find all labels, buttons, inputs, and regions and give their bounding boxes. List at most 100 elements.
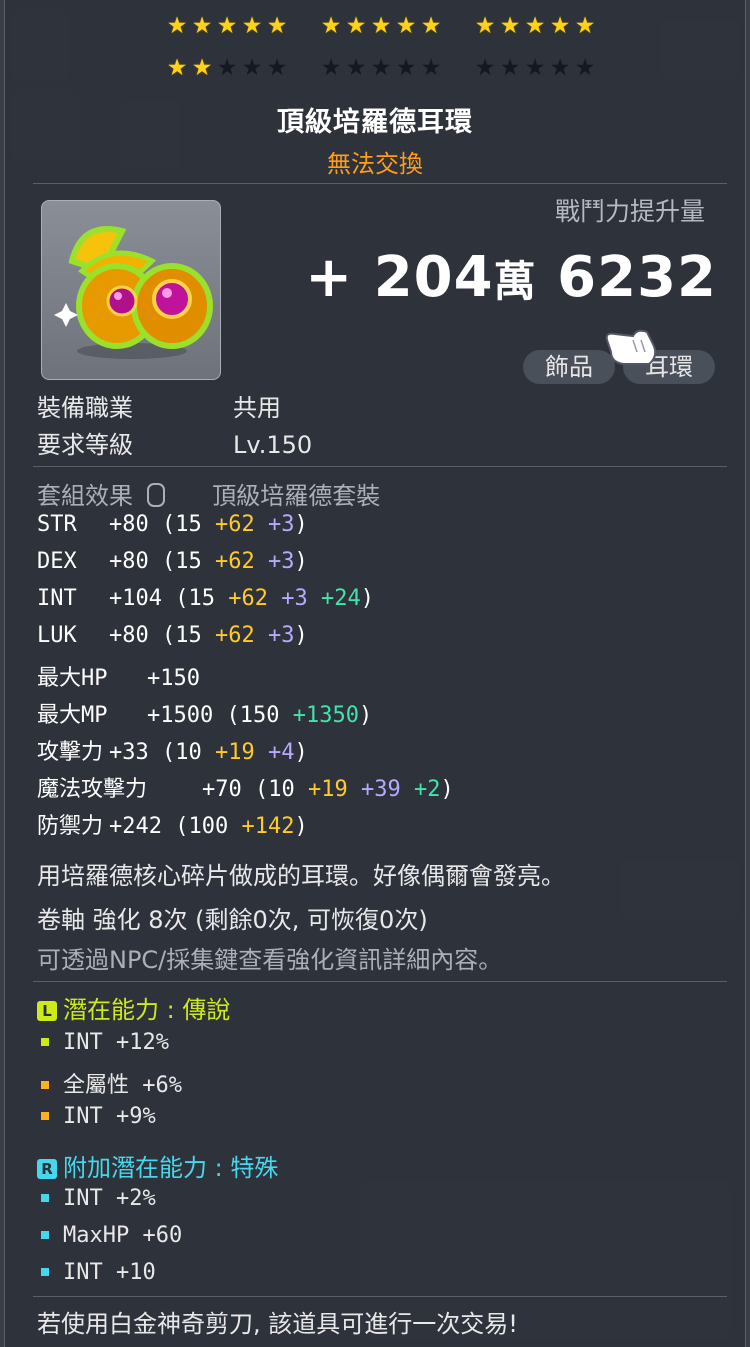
- star-row2-group-3: ★ ★ ★ ★ ★: [473, 56, 597, 80]
- item-name: 頂級培羅德耳環: [277, 107, 473, 138]
- potential-line: 全屬性 +6%: [37, 1067, 182, 1099]
- power-number-1: 204: [373, 245, 494, 310]
- stat-base: 15: [188, 586, 215, 611]
- potential-line: INT +12%: [37, 1030, 169, 1055]
- power-unit: 萬: [493, 257, 537, 306]
- stat-bonus: +62: [201, 623, 255, 648]
- star-filled-icon: ★: [499, 13, 521, 39]
- level-label: 要求等級: [37, 431, 133, 459]
- set-effect-name: 頂級培羅德套裝: [212, 482, 381, 510]
- item-icon-frame: [41, 200, 221, 380]
- star-filled-icon: ★: [191, 55, 213, 81]
- star-empty-icon: ★: [345, 55, 367, 81]
- stat-row: 最大HP +150: [37, 660, 200, 692]
- stat-bonus: +3: [254, 623, 295, 648]
- stat-base: 10: [175, 740, 202, 765]
- stat-total: +150: [147, 666, 200, 691]
- stat-row: 防禦力 +242 (100 +142): [37, 808, 308, 840]
- star-filled-icon: ★: [420, 13, 442, 39]
- potential-line-text: INT +9%: [63, 1104, 156, 1129]
- stat-row: LUK +80 (15 +62 +3): [37, 623, 308, 648]
- stat-bonus: +62: [201, 549, 255, 574]
- star-filled-icon: ★: [166, 13, 188, 39]
- stat-name: 防禦力: [37, 814, 104, 839]
- star-filled-icon: ★: [191, 13, 213, 39]
- power-plus: +: [305, 245, 354, 310]
- bonus_potential-line-text: MaxHP +60: [63, 1223, 183, 1248]
- star-empty-icon: ★: [320, 55, 342, 81]
- earring-icon: [54, 226, 213, 359]
- star-filled-icon: ★: [395, 13, 417, 39]
- star-row1-group-1: ★ ★ ★ ★ ★: [165, 14, 289, 38]
- star-empty-icon: ★: [499, 55, 521, 81]
- stat-bonus: +2: [400, 777, 441, 802]
- potential-line-text: INT +12%: [63, 1030, 169, 1055]
- bonus_potential-line-text: INT +2%: [63, 1186, 156, 1211]
- footer-trade-hint: 若使用白金神奇剪刀, 該道具可進行一次交易!: [37, 1310, 518, 1338]
- star-empty-icon: ★: [524, 55, 546, 81]
- star-empty-icon: ★: [241, 55, 263, 81]
- star-empty-icon: ★: [266, 55, 288, 81]
- level-value: Lv.150: [233, 431, 313, 459]
- bullet-icon: [41, 1267, 49, 1276]
- star-row2-group-2: ★ ★ ★ ★ ★: [319, 56, 443, 80]
- stat-name: 最大MP: [37, 703, 108, 728]
- star-filled-icon: ★: [370, 13, 392, 39]
- star-filled-icon: ★: [549, 13, 571, 39]
- star-empty-icon: ★: [370, 55, 392, 81]
- stat-total: +70: [202, 777, 242, 802]
- star-filled-icon: ★: [166, 55, 188, 81]
- stat-row: 魔法攻擊力 +70 (10 +19 +39 +2): [37, 771, 454, 803]
- bonus-potential-header: R 附加潛在能力 : 特殊: [37, 1148, 278, 1183]
- legendary-badge-icon: L: [37, 1001, 57, 1021]
- stat-bonus: +142: [228, 814, 295, 839]
- stat-base: 10: [268, 777, 295, 802]
- bonus_potential-line-text: INT +10: [63, 1260, 156, 1285]
- stat-base: 15: [175, 512, 202, 537]
- power-increase-label: 戰鬥力提升量: [554, 197, 705, 226]
- potential-title: 潛在能力 : 傳說: [63, 996, 231, 1024]
- bullet-icon: [41, 1230, 49, 1239]
- job-value: 共用: [233, 394, 281, 422]
- star-force-row-2: ★ ★ ★ ★ ★ ★ ★ ★ ★ ★ ★ ★ ★ ★ ★: [165, 56, 597, 80]
- job-row: 裝備職業 共用: [37, 388, 281, 423]
- star-row1-group-2: ★ ★ ★ ★ ★: [319, 14, 443, 38]
- bonus_potential-line: MaxHP +60: [37, 1223, 182, 1248]
- star-filled-icon: ★: [524, 13, 546, 39]
- stat-bonus: +3: [254, 549, 295, 574]
- stat-total: +1500: [147, 703, 214, 728]
- star-empty-icon: ★: [420, 55, 442, 81]
- trade-status: 無法交換: [327, 150, 423, 178]
- stat-name: LUK: [37, 623, 77, 648]
- stat-row: INT +104 (15 +62 +3 +24): [37, 586, 374, 611]
- star-filled-icon: ★: [474, 13, 496, 39]
- stat-bonus: +1350: [279, 703, 359, 728]
- star-filled-icon: ★: [216, 13, 238, 39]
- power-number-2: 6232: [557, 245, 717, 310]
- rare-badge-icon: R: [37, 1159, 57, 1179]
- stat-total: +80: [109, 512, 149, 537]
- star-filled-icon: ★: [241, 13, 263, 39]
- bullet-icon: [41, 1037, 49, 1046]
- divider: [33, 183, 727, 184]
- set-effect-row: 套組效果 頂級培羅德套裝: [37, 476, 380, 511]
- star-filled-icon: ★: [345, 13, 367, 39]
- set-effect-label: 套組效果: [37, 482, 133, 510]
- bullet-icon: [41, 1111, 49, 1120]
- npc-hint: 可透過NPC/採集鍵查看強化資訊詳細內容。: [37, 946, 503, 974]
- potential-header: L 潛在能力 : 傳說: [37, 990, 230, 1025]
- stat-row: STR +80 (15 +62 +3): [37, 512, 308, 537]
- power-increase-value: + 204萬 6232: [305, 245, 717, 310]
- stat-bonus: +62: [201, 512, 255, 537]
- stat-total: +80: [109, 623, 149, 648]
- star-force-row-1: ★ ★ ★ ★ ★ ★ ★ ★ ★ ★ ★ ★ ★ ★ ★: [165, 14, 597, 38]
- stat-total: +104: [109, 586, 162, 611]
- stat-row: 最大MP +1500 (150 +1350): [37, 697, 372, 729]
- stat-name: 魔法攻擊力: [37, 777, 148, 802]
- star-filled-icon: ★: [266, 13, 288, 39]
- bonus-potential-title: 附加潛在能力 : 特殊: [63, 1154, 279, 1182]
- divider: [33, 1296, 727, 1297]
- category-tag-accessory: 飾品: [523, 350, 615, 384]
- star-row2-group-1: ★ ★ ★ ★ ★: [165, 56, 289, 80]
- stat-bonus: +62: [214, 586, 268, 611]
